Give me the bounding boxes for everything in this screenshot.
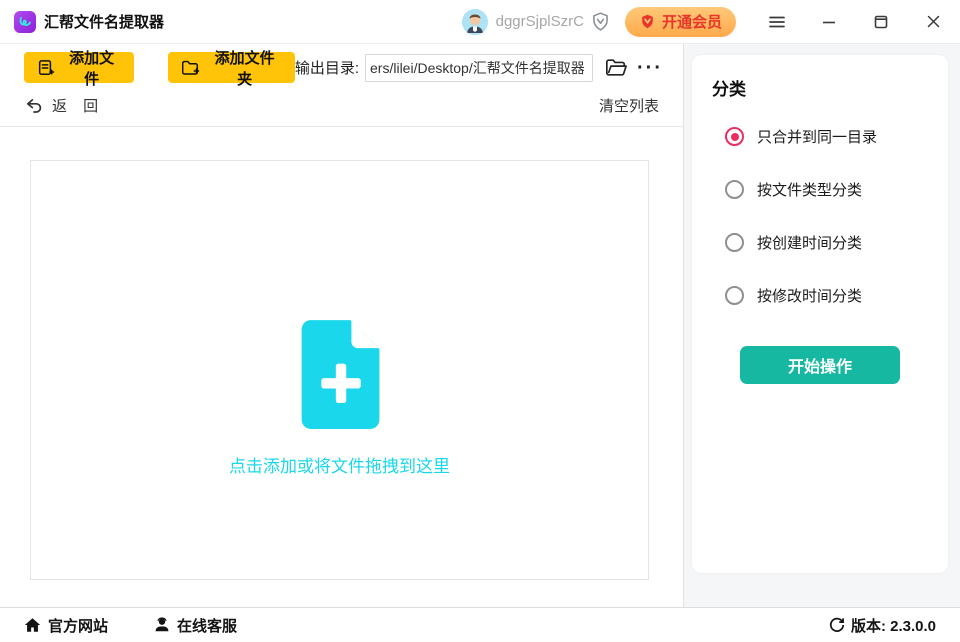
classification-heading: 分类 [712, 75, 928, 100]
radio-circle-icon [725, 233, 744, 252]
app-logo-icon [14, 11, 36, 33]
upgrade-vip-button[interactable]: 开通会员 [625, 7, 736, 37]
back-arrow-icon [24, 97, 43, 115]
start-operation-button[interactable]: 开始操作 [740, 346, 900, 384]
add-file-drop-icon [294, 318, 386, 430]
back-button[interactable]: 返 回 [24, 95, 104, 116]
official-website-link[interactable]: 官方网站 [24, 615, 108, 636]
refresh-icon[interactable] [829, 617, 845, 633]
version-value: 2.3.0.0 [890, 618, 936, 635]
browse-folder-icon[interactable] [605, 58, 627, 77]
divider [0, 126, 683, 127]
radio-merge-same-directory[interactable]: 只合并到同一目录 [725, 126, 928, 147]
toolbar: 添加文件 添加文件夹 输出目录: ··· [0, 44, 683, 87]
status-bar: 官方网站 在线客服 版本: 2.3.0.0 [0, 607, 960, 642]
app-window: 汇帮文件名提取器 dggrSjplSzrC 开通会员 [0, 0, 960, 642]
file-list-panel: 添加文件 添加文件夹 输出目录: ··· 返 [0, 44, 684, 607]
window-title: 汇帮文件名提取器 [44, 11, 164, 32]
file-plus-icon [37, 59, 55, 77]
more-options-button[interactable]: ··· [637, 58, 663, 78]
radio-by-file-type[interactable]: 按文件类型分类 [725, 179, 928, 200]
vip-shield-icon [639, 13, 656, 30]
folder-plus-icon [181, 59, 200, 77]
radio-by-modified-time[interactable]: 按修改时间分类 [725, 285, 928, 306]
vip-button-label: 开通会员 [662, 11, 722, 32]
file-drop-zone[interactable]: 点击添加或将文件拖拽到这里 [30, 160, 649, 580]
add-folder-button[interactable]: 添加文件夹 [168, 52, 294, 83]
radio-circle-icon [725, 180, 744, 199]
user-avatar[interactable] [462, 9, 488, 35]
maximize-button[interactable] [872, 13, 890, 31]
version-info: 版本: 2.3.0.0 [829, 615, 936, 636]
add-folder-label: 添加文件夹 [207, 47, 282, 89]
username-label: dggrSjplSzrC [496, 13, 584, 30]
customer-service-icon [154, 617, 170, 633]
back-label: 返 回 [52, 95, 104, 116]
add-file-label: 添加文件 [62, 47, 122, 89]
classification-sidebar: 分类 只合并到同一目录 按文件类型分类 按创建时间分类 按修改时间分类 [683, 44, 960, 607]
menu-icon[interactable] [768, 13, 786, 31]
clear-list-button[interactable]: 清空列表 [599, 95, 659, 116]
output-dir-label: 输出目录: [295, 57, 359, 78]
radio-circle-icon [725, 286, 744, 305]
list-actions-bar: 返 回 清空列表 [0, 87, 683, 126]
online-support-link[interactable]: 在线客服 [154, 615, 237, 636]
radio-circle-icon [725, 127, 744, 146]
output-dir-input[interactable] [365, 54, 593, 82]
minimize-button[interactable] [820, 13, 838, 31]
version-label: 版本: [851, 618, 886, 635]
member-badge-icon[interactable] [590, 11, 611, 32]
add-file-button[interactable]: 添加文件 [24, 52, 134, 83]
classification-card: 分类 只合并到同一目录 按文件类型分类 按创建时间分类 按修改时间分类 [692, 55, 948, 573]
radio-by-created-time[interactable]: 按创建时间分类 [725, 232, 928, 253]
title-bar: 汇帮文件名提取器 dggrSjplSzrC 开通会员 [0, 0, 960, 44]
home-icon [24, 617, 41, 633]
drop-zone-hint: 点击添加或将文件拖拽到这里 [229, 452, 450, 477]
close-button[interactable] [924, 13, 942, 31]
